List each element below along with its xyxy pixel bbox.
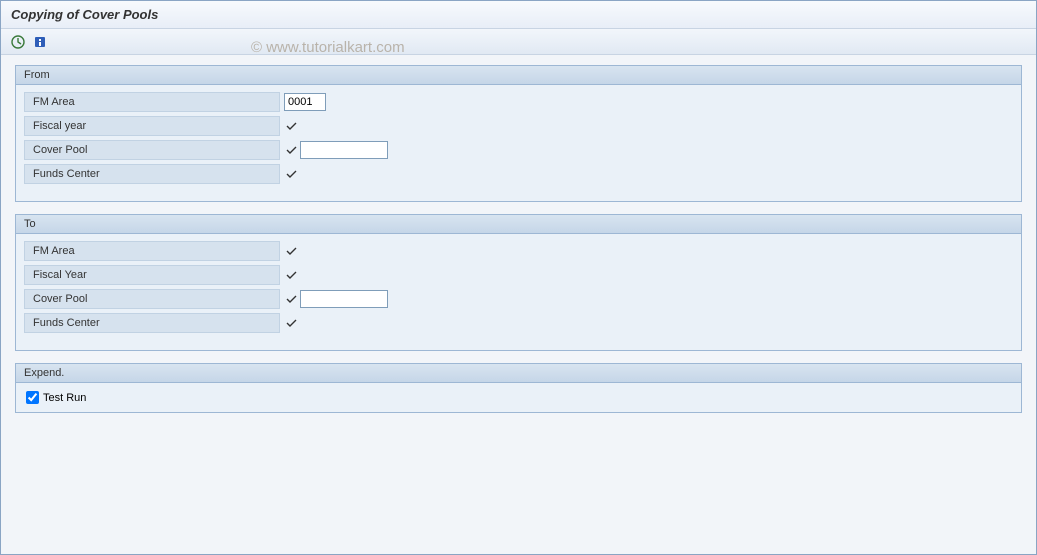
required-check-icon [284, 292, 298, 306]
execute-icon [11, 35, 25, 49]
group-to-header: To [16, 215, 1021, 234]
to-fiscal-year-label: Fiscal Year [24, 265, 280, 285]
to-funds-center-label: Funds Center [24, 313, 280, 333]
toolbar [1, 29, 1036, 55]
test-run-row[interactable]: Test Run [26, 391, 1011, 404]
group-to: To FM Area Fiscal Year Cove [15, 214, 1022, 351]
to-cover-pool-input[interactable] [300, 290, 388, 308]
page-title: Copying of Cover Pools [11, 7, 1026, 22]
group-from-body: FM Area Fiscal year Cover Pool [16, 85, 1021, 201]
from-fm-area-row: FM Area [24, 91, 1013, 113]
required-check-icon [284, 244, 298, 258]
from-fm-area-label: FM Area [24, 92, 280, 112]
required-check-icon [284, 143, 298, 157]
from-cover-pool-row: Cover Pool [24, 139, 1013, 161]
to-cover-pool-row: Cover Pool [24, 288, 1013, 310]
from-cover-pool-label: Cover Pool [24, 140, 280, 160]
content: From FM Area Fiscal year Cover Pool [1, 55, 1036, 435]
from-cover-pool-input[interactable] [300, 141, 388, 159]
required-check-icon [284, 167, 298, 181]
title-bar: Copying of Cover Pools [1, 1, 1036, 29]
group-from-header: From [16, 66, 1021, 85]
to-fm-area-label: FM Area [24, 241, 280, 261]
info-button[interactable] [31, 33, 49, 51]
from-funds-center-label: Funds Center [24, 164, 280, 184]
group-from: From FM Area Fiscal year Cover Pool [15, 65, 1022, 202]
test-run-label: Test Run [43, 392, 86, 404]
required-check-icon [284, 268, 298, 282]
from-fiscal-year-label: Fiscal year [24, 116, 280, 136]
from-fm-area-input[interactable] [284, 93, 326, 111]
group-expend-body: Test Run [16, 383, 1021, 412]
execute-button[interactable] [9, 33, 27, 51]
test-run-checkbox[interactable] [26, 391, 39, 404]
to-fm-area-row: FM Area [24, 240, 1013, 262]
from-funds-center-row: Funds Center [24, 163, 1013, 185]
group-expend-header: Expend. [16, 364, 1021, 383]
to-cover-pool-label: Cover Pool [24, 289, 280, 309]
from-fiscal-year-row: Fiscal year [24, 115, 1013, 137]
group-expend: Expend. Test Run [15, 363, 1022, 413]
group-to-body: FM Area Fiscal Year Cover Pool [16, 234, 1021, 350]
required-check-icon [284, 316, 298, 330]
to-fiscal-year-row: Fiscal Year [24, 264, 1013, 286]
info-icon [33, 35, 47, 49]
to-funds-center-row: Funds Center [24, 312, 1013, 334]
required-check-icon [284, 119, 298, 133]
